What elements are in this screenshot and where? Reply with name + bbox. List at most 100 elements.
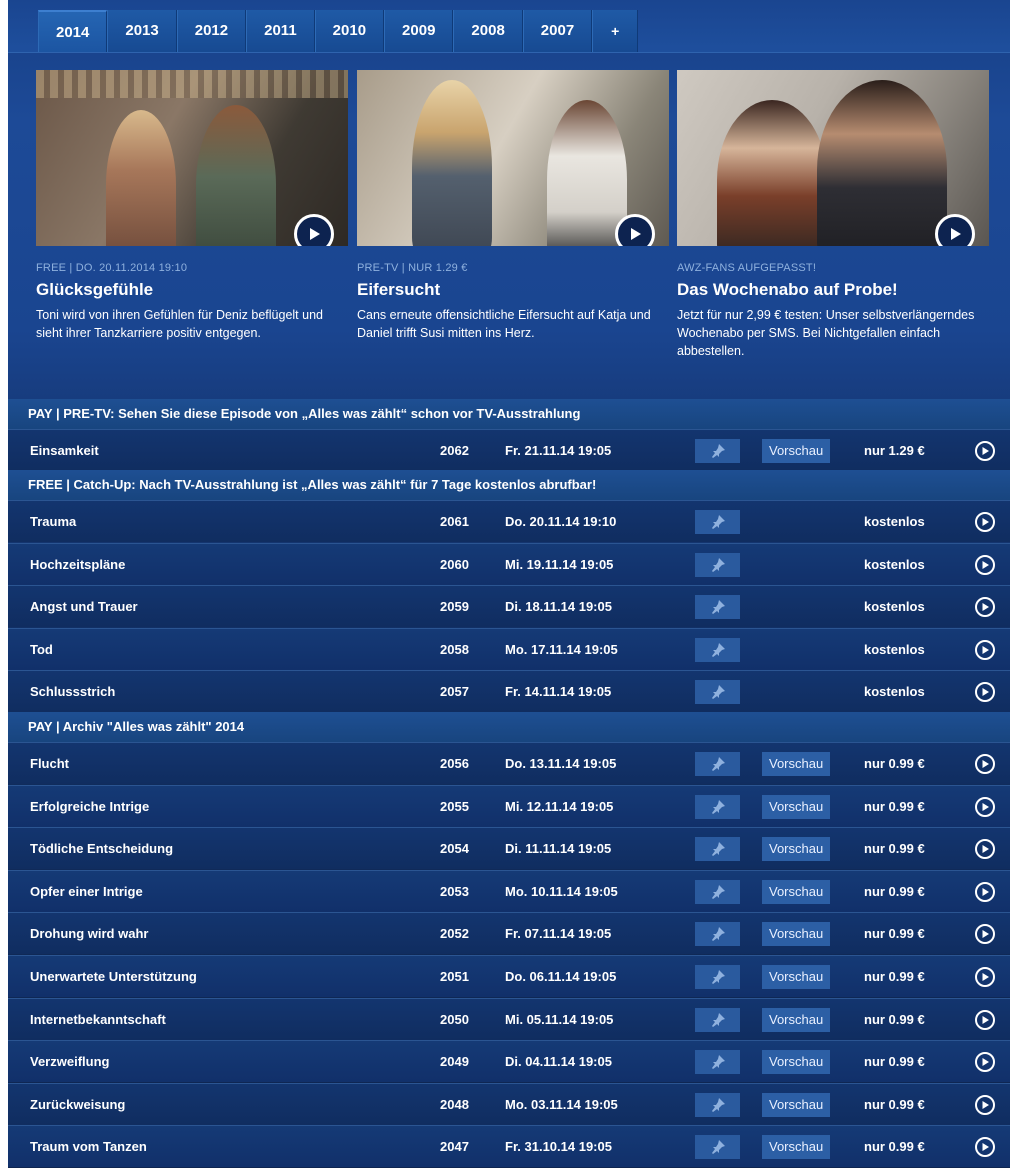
episode-title[interactable]: Drohung wird wahr (30, 913, 148, 955)
pin-icon[interactable] (695, 879, 740, 904)
pin-icon[interactable] (695, 1092, 740, 1117)
tab-2011[interactable]: 2011 (246, 10, 315, 52)
teaser-image[interactable] (357, 70, 669, 246)
play-circle-icon[interactable] (975, 682, 995, 703)
teaser-image[interactable] (36, 70, 348, 246)
play-circle-icon[interactable] (975, 554, 995, 575)
tab-2007[interactable]: 2007 (522, 10, 593, 52)
tab-2012[interactable]: 2012 (176, 10, 247, 52)
episode-row[interactable]: Drohung wird wahr 2052 Fr. 07.11.14 19:05 V… (8, 912, 1010, 955)
episode-title[interactable]: Internetbekanntschaft (30, 999, 166, 1041)
preview-button[interactable]: Vorschau (762, 752, 831, 776)
episode-title[interactable]: Verzweiflung (30, 1041, 109, 1083)
tab-2009[interactable]: 2009 (384, 10, 454, 52)
episode-title[interactable]: Erfolgreiche Intrige (30, 786, 149, 828)
play-circle-icon[interactable] (975, 754, 995, 774)
play-circle-icon[interactable] (975, 597, 995, 618)
teaser-card[interactable]: AWZ-FANS AUFGEPASST! Das Wochenabo auf P… (677, 70, 989, 360)
pin-icon[interactable] (695, 552, 740, 577)
pin-icon[interactable] (695, 752, 740, 776)
play-circle-icon[interactable] (975, 967, 995, 987)
pin-icon[interactable] (695, 439, 740, 463)
teaser-image[interactable] (677, 70, 989, 246)
teaser-title[interactable]: Eifersucht (357, 280, 669, 300)
pin-icon[interactable] (695, 837, 740, 862)
episode-row[interactable]: Tödliche Entscheidung 2054 Di. 11.11.14 19… (8, 827, 1010, 870)
teaser-card[interactable]: FREE | DO. 20.11.2014 19:10 Glücksgefühl… (36, 70, 348, 342)
play-circle-icon[interactable] (975, 839, 995, 860)
episode-price: nur 0.99 € (864, 1054, 925, 1070)
episode-row[interactable]: Flucht 2056 Do. 13.11.14 19:05 Vorschau nur … (8, 742, 1010, 784)
preview-button[interactable]: Vorschau (762, 794, 831, 819)
episode-title[interactable]: Schlussstrich (30, 671, 115, 713)
episode-title[interactable]: Tod (30, 629, 53, 671)
play-circle-icon[interactable] (975, 441, 995, 461)
play-circle-icon[interactable] (975, 512, 995, 532)
pin-icon[interactable] (695, 965, 740, 989)
play-icon[interactable] (294, 214, 334, 246)
tab-2008[interactable]: 2008 (453, 10, 523, 52)
preview-button[interactable]: Vorschau (762, 1050, 831, 1075)
preview-button[interactable]: Vorschau (762, 922, 831, 947)
pin-icon[interactable] (695, 1050, 740, 1075)
play-icon[interactable] (615, 214, 655, 246)
episode-row[interactable]: Einsamkeit 2062 Fr. 21.11.14 19:05 Vorschau… (8, 429, 1010, 471)
episode-title[interactable]: Unerwartete Unterstützung (30, 956, 197, 998)
preview-button[interactable]: Vorschau (762, 1135, 831, 1160)
episode-title[interactable]: Hochzeitspläne (30, 544, 125, 586)
play-icon[interactable] (935, 214, 975, 246)
episode-row[interactable]: Hochzeitspläne 2060 Mi. 19.11.14 19:05 kost… (8, 542, 1010, 586)
pin-icon[interactable] (695, 595, 740, 620)
play-circle-icon[interactable] (975, 1009, 995, 1030)
episode-row[interactable]: Opfer einer Intrige 2053 Mo. 10.11.14 19:0… (8, 869, 1010, 913)
episode-row[interactable]: Schlussstrich 2057 Fr. 14.11.14 19:05 koste… (8, 670, 1010, 713)
tab-2014[interactable]: 2014 (38, 10, 108, 52)
teaser-title[interactable]: Das Wochenabo auf Probe! (677, 280, 989, 300)
episode-row[interactable]: Trauma 2061 Do. 20.11.14 19:10 kostenlos (8, 500, 1010, 542)
teaser-card[interactable]: PRE-TV | NUR 1.29 € Eifersucht Cans erne… (357, 70, 669, 342)
pin-icon[interactable] (695, 794, 740, 819)
preview-button[interactable]: Vorschau (762, 1092, 831, 1117)
preview-button[interactable]: Vorschau (762, 1007, 831, 1032)
episode-price: nur 0.99 € (864, 756, 925, 771)
episode-row[interactable]: Zurückweisung 2048 Mo. 03.11.14 19:05 Vorsc… (8, 1082, 1010, 1126)
tab-2010[interactable]: 2010 (314, 10, 385, 52)
preview-button[interactable]: Vorschau (762, 879, 831, 904)
episode-title[interactable]: Flucht (30, 743, 69, 785)
episode-title[interactable]: Zurückweisung (30, 1084, 125, 1126)
pin-icon[interactable] (695, 637, 740, 662)
episode-title[interactable]: Einsamkeit (30, 430, 99, 472)
episode-row[interactable]: Tod 2058 Mo. 17.11.14 19:05 kostenlos (8, 627, 1010, 671)
pin-icon[interactable] (695, 922, 740, 947)
episode-title[interactable]: Opfer einer Intrige (30, 871, 143, 913)
play-circle-icon[interactable] (975, 1094, 995, 1115)
preview-button[interactable]: Vorschau (762, 439, 831, 463)
episode-row[interactable]: Angst und Trauer 2059 Di. 18.11.14 19:05 ko… (8, 585, 1010, 628)
teaser-title[interactable]: Glücksgefühle (36, 280, 348, 300)
tab-2013[interactable]: 2013 (107, 10, 177, 52)
episode-price: nur 0.99 € (864, 841, 925, 857)
play-circle-icon[interactable] (975, 639, 995, 660)
episode-row[interactable]: Traum vom Tanzen 2047 Fr. 31.10.14 19:05 Vo… (8, 1125, 1010, 1168)
play-circle-icon[interactable] (975, 796, 995, 817)
pin-icon[interactable] (695, 680, 740, 705)
tab-more[interactable]: + (592, 10, 639, 52)
preview-button[interactable]: Vorschau (762, 837, 831, 862)
preview-button[interactable]: Vorschau (762, 965, 831, 989)
episode-title[interactable]: Tödliche Entscheidung (30, 828, 173, 870)
episode-title[interactable]: Traum vom Tanzen (30, 1126, 147, 1168)
play-circle-icon[interactable] (975, 1052, 995, 1073)
episode-number: 2053 (440, 883, 469, 899)
pin-icon[interactable] (695, 1007, 740, 1032)
play-circle-icon[interactable] (975, 924, 995, 945)
episode-row[interactable]: Unerwartete Unterstützung 2051 Do. 06.11.1… (8, 955, 1010, 997)
pin-icon[interactable] (695, 510, 740, 534)
pin-icon[interactable] (695, 1135, 740, 1160)
play-circle-icon[interactable] (975, 881, 995, 902)
episode-title[interactable]: Angst und Trauer (30, 586, 138, 628)
episode-row[interactable]: Internetbekanntschaft 2050 Mi. 05.11.14 19… (8, 997, 1010, 1041)
play-circle-icon[interactable] (975, 1137, 995, 1158)
episode-row[interactable]: Verzweiflung 2049 Di. 04.11.14 19:05 Vorsch… (8, 1040, 1010, 1083)
episode-row[interactable]: Erfolgreiche Intrige 2055 Mi. 12.11.14 19:… (8, 784, 1010, 828)
episode-title[interactable]: Trauma (30, 501, 76, 543)
